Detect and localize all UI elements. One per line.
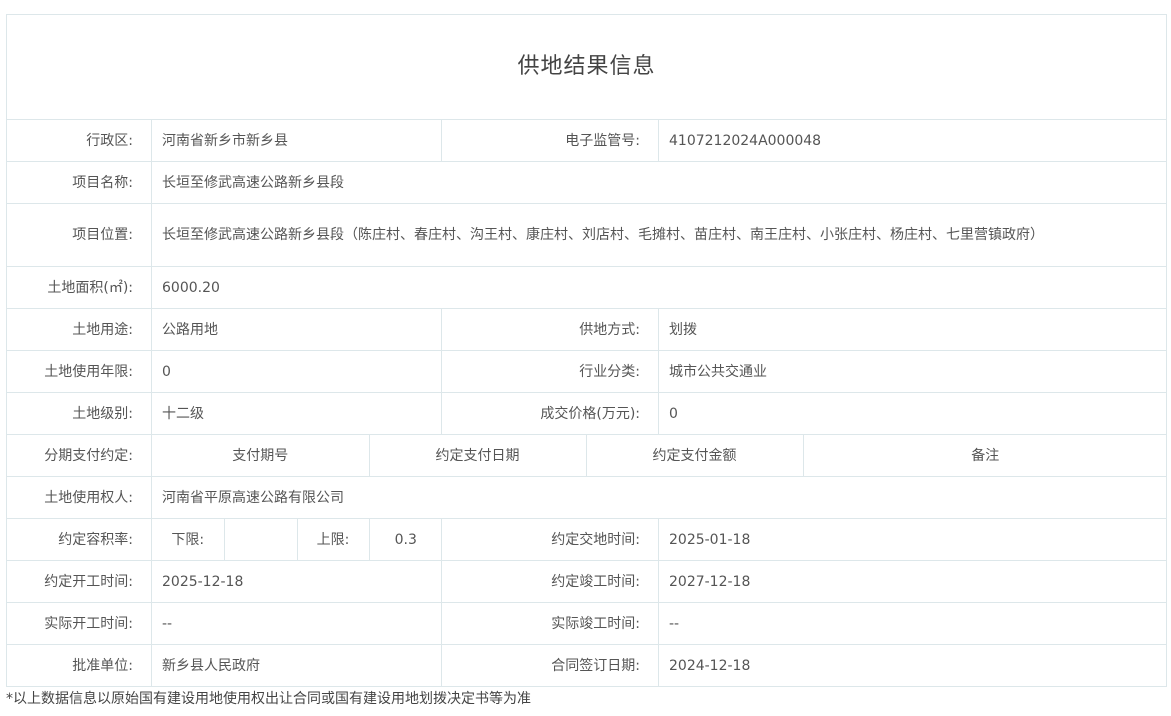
actual-start-label: 实际开工时间: <box>6 602 152 645</box>
actual-start-value: -- <box>151 602 442 645</box>
row-actual-start: 实际开工时间: -- 实际竣工时间: -- <box>6 602 1168 645</box>
land-supply-table: 供地结果信息 行政区: 河南省新乡市新乡县 电子监管号: 4107212024A… <box>5 14 1168 687</box>
holder-label: 土地使用权人: <box>6 476 152 519</box>
installment-subtable-cell: 支付期号 约定支付日期 约定支付金额 备注 <box>150 434 1168 477</box>
industry-label: 行业分类: <box>441 350 659 393</box>
project-name-label: 项目名称: <box>6 161 152 204</box>
price-value: 0 <box>657 392 1168 435</box>
land-area-label: 土地面积(㎡): <box>6 266 152 309</box>
plot-ratio-lower-label: 下限: <box>171 531 205 548</box>
admin-region-label: 行政区: <box>6 119 152 162</box>
contract-date-label: 合同签订日期: <box>441 644 659 687</box>
installment-label: 分期支付约定: <box>6 434 152 477</box>
start-time-value: 2025-12-18 <box>151 560 442 603</box>
plot-ratio-upper-value: 0.3 <box>368 519 442 560</box>
plot-ratio-subtable-cell: 下限: 上限: 0.3 <box>151 518 442 561</box>
page-title: 供地结果信息 <box>5 14 1168 120</box>
use-term-label: 土地使用年限: <box>6 350 152 393</box>
land-grade-label: 土地级别: <box>6 392 152 435</box>
plot-ratio-subtable: 下限: 上限: 0.3 <box>152 519 442 560</box>
use-term-value: 0 <box>151 350 442 393</box>
actual-finish-label: 实际竣工时间: <box>441 602 659 645</box>
row-project-name: 项目名称: 长垣至修武高速公路新乡县段 <box>6 161 1168 204</box>
installment-header-amount: 约定支付金额 <box>585 435 803 476</box>
plot-ratio-lower-value <box>223 519 297 560</box>
land-supply-result-panel: 供地结果信息 行政区: 河南省新乡市新乡县 电子监管号: 4107212024A… <box>5 14 1168 687</box>
supply-method-label: 供地方式: <box>441 308 659 351</box>
supply-method-value: 划拨 <box>657 308 1168 351</box>
installment-header-date: 约定支付日期 <box>368 435 586 476</box>
plot-ratio-upper-label: 上限: <box>296 519 369 560</box>
project-name-value: 长垣至修武高速公路新乡县段 <box>150 161 1168 204</box>
price-label: 成交价格(万元): <box>441 392 659 435</box>
land-grade-value: 十二级 <box>151 392 442 435</box>
title-row: 供地结果信息 <box>5 14 1168 120</box>
handover-time-value: 2025-01-18 <box>657 518 1168 561</box>
contract-date-value: 2024-12-18 <box>657 644 1168 687</box>
row-start-time: 约定开工时间: 2025-12-18 约定竣工时间: 2027-12-18 <box>6 560 1168 603</box>
row-holder: 土地使用权人: 河南省平原高速公路有限公司 <box>6 476 1168 519</box>
industry-value: 城市公共交通业 <box>657 350 1168 393</box>
land-use-value: 公路用地 <box>151 308 442 351</box>
start-time-label: 约定开工时间: <box>6 560 152 603</box>
plot-ratio-label: 约定容积率: <box>6 518 152 561</box>
row-land-area: 土地面积(㎡): 6000.20 <box>6 266 1168 309</box>
row-approver: 批准单位: 新乡县人民政府 合同签订日期: 2024-12-18 <box>6 644 1168 687</box>
approver-value: 新乡县人民政府 <box>151 644 442 687</box>
holder-value: 河南省平原高速公路有限公司 <box>150 476 1168 519</box>
row-land-use: 土地用途: 公路用地 供地方式: 划拨 <box>6 308 1168 351</box>
row-use-term: 土地使用年限: 0 行业分类: 城市公共交通业 <box>6 350 1168 393</box>
finish-time-value: 2027-12-18 <box>657 560 1168 603</box>
land-use-label: 土地用途: <box>6 308 152 351</box>
installment-header-period: 支付期号 <box>232 447 289 464</box>
installment-header-remark: 备注 <box>802 435 1167 476</box>
installment-subtable: 支付期号 约定支付日期 约定支付金额 备注 <box>152 435 1167 476</box>
supervision-no-value: 4107212024A000048 <box>657 119 1168 162</box>
footnote: *以上数据信息以原始国有建设用地使用权出让合同或国有建设用地划拨决定书等为准 <box>6 691 531 707</box>
row-plot-ratio: 约定容积率: 下限: 上限: 0.3 约定交地时间: 2025-01-18 <box>6 518 1168 561</box>
land-area-value: 6000.20 <box>150 266 1168 309</box>
finish-time-label: 约定竣工时间: <box>441 560 659 603</box>
row-admin-region: 行政区: 河南省新乡市新乡县 电子监管号: 4107212024A000048 <box>6 119 1168 162</box>
row-land-grade: 土地级别: 十二级 成交价格(万元): 0 <box>6 392 1168 435</box>
handover-time-label: 约定交地时间: <box>441 518 659 561</box>
project-location-value: 长垣至修武高速公路新乡县段（陈庄村、春庄村、沟王村、康庄村、刘店村、毛摊村、苗庄… <box>150 203 1168 267</box>
approver-label: 批准单位: <box>6 644 152 687</box>
row-installment: 分期支付约定: 支付期号 约定支付日期 约定支付金额 备注 <box>6 434 1168 477</box>
actual-finish-value: -- <box>657 602 1168 645</box>
supervision-no-label: 电子监管号: <box>441 119 659 162</box>
row-project-location: 项目位置: 长垣至修武高速公路新乡县段（陈庄村、春庄村、沟王村、康庄村、刘店村、… <box>6 203 1168 267</box>
admin-region-value: 河南省新乡市新乡县 <box>151 119 442 162</box>
project-location-label: 项目位置: <box>6 203 152 267</box>
